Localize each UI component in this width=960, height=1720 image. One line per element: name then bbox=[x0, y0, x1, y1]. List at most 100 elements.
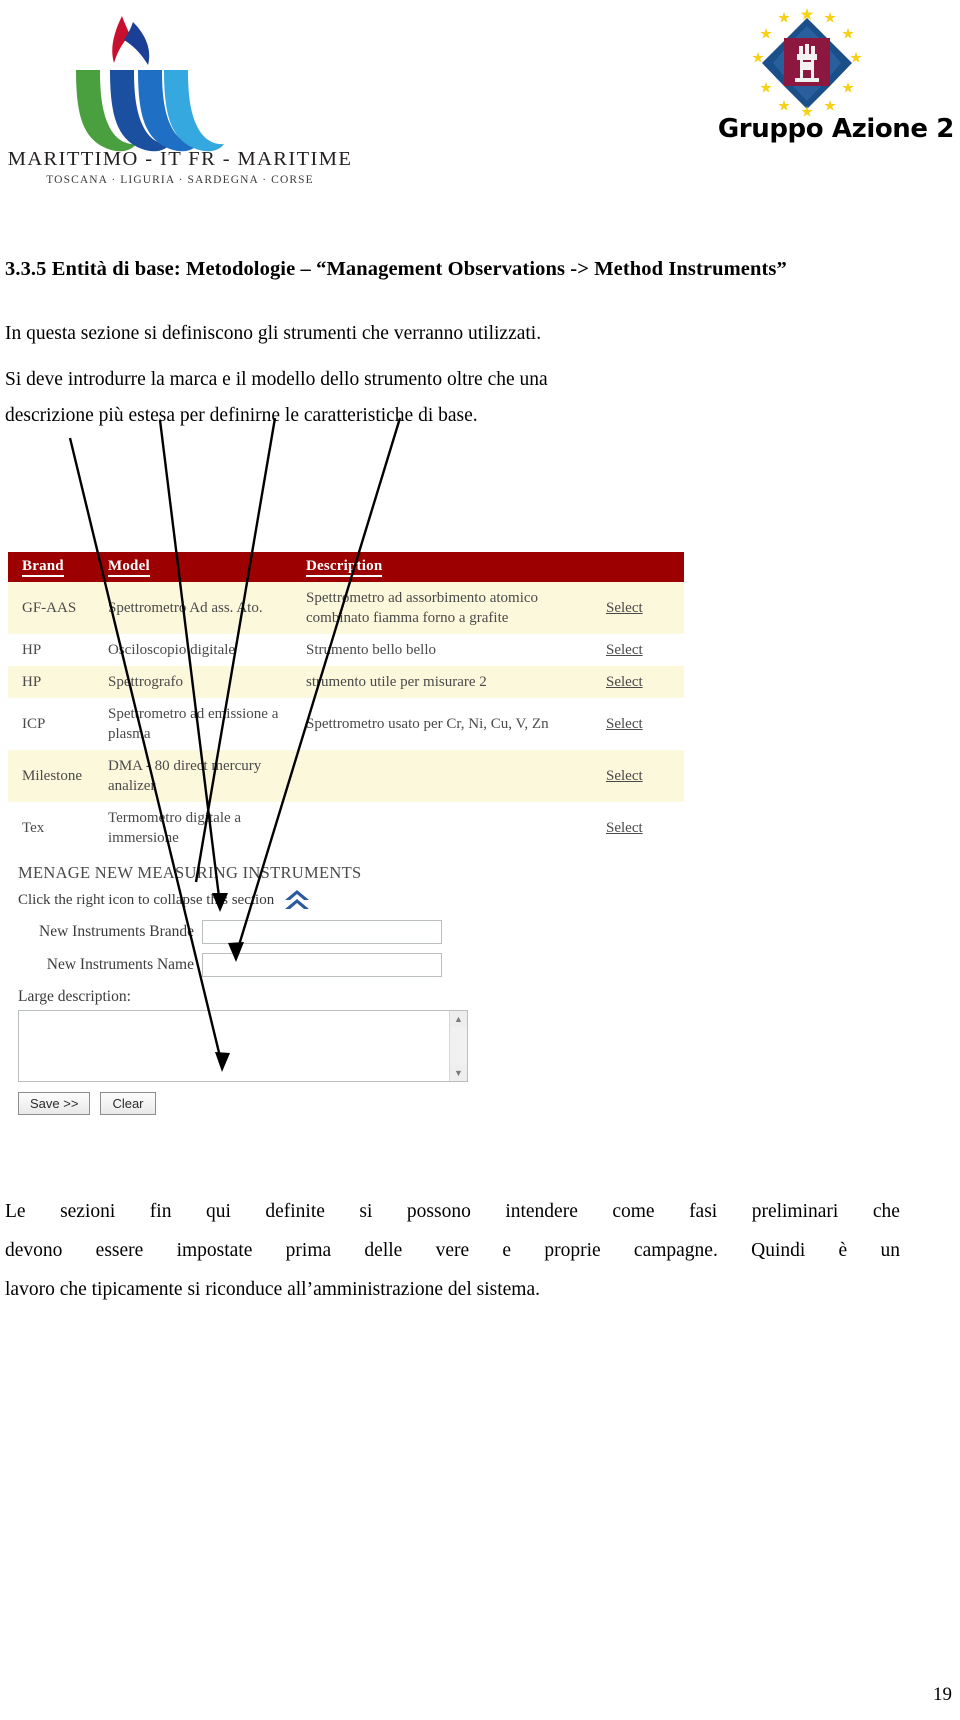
cell-model: Termometro digitale a immersione bbox=[94, 802, 292, 854]
cell-action: Select bbox=[592, 750, 684, 802]
cell-brand: HP bbox=[8, 634, 94, 666]
word: qui bbox=[205, 1201, 231, 1222]
select-link[interactable]: Select bbox=[606, 674, 643, 690]
word: strumento bbox=[364, 369, 443, 390]
large-description-label: Large description: bbox=[18, 988, 131, 1005]
clear-button[interactable]: Clear bbox=[100, 1092, 156, 1115]
column-header-model[interactable]: Model bbox=[94, 552, 292, 582]
cell-action: Select bbox=[592, 666, 684, 698]
word: proprie bbox=[544, 1240, 601, 1261]
word: un bbox=[880, 1240, 900, 1261]
cell-description bbox=[292, 750, 592, 802]
word: la bbox=[150, 369, 165, 390]
cell-brand: ICP bbox=[8, 698, 94, 750]
cell-action: Select bbox=[592, 634, 684, 666]
cell-action: Select bbox=[592, 802, 684, 854]
word: che bbox=[872, 1201, 900, 1222]
table-row: ICP Spettrometro ad emissione a plasma S… bbox=[8, 698, 684, 750]
large-description-field[interactable]: ▲ ▼ bbox=[18, 1010, 468, 1082]
table-row: GF-AAS Spettrometro Ad ass. Ato. Spettro… bbox=[8, 582, 684, 634]
word: oltre bbox=[446, 369, 483, 390]
word: preliminari bbox=[751, 1201, 839, 1222]
word: Si bbox=[5, 369, 22, 390]
collapse-hint-label: Click the right icon to collapse this se… bbox=[18, 891, 275, 908]
table-row: Tex Termometro digitale a immersione Sel… bbox=[8, 802, 684, 854]
cell-model: Spettrografo bbox=[94, 666, 292, 698]
column-header-description-label: Description bbox=[306, 558, 383, 577]
word: Quindi bbox=[751, 1240, 806, 1261]
table-row: Milestone DMA - 80 direct mercury analiz… bbox=[8, 750, 684, 802]
select-link[interactable]: Select bbox=[606, 600, 643, 616]
column-header-brand[interactable]: Brand bbox=[8, 552, 94, 582]
new-instrument-name-row: New Instruments Name bbox=[18, 953, 688, 977]
word: e bbox=[502, 1240, 512, 1261]
cell-model: Spettrometro ad emissione a plasma bbox=[94, 698, 292, 750]
word: Le bbox=[5, 1201, 26, 1222]
cell-model: DMA - 80 direct mercury analizer bbox=[94, 750, 292, 802]
word: deve bbox=[26, 369, 63, 390]
word: modello bbox=[251, 369, 316, 390]
new-instrument-brand-row: New Instruments Brande bbox=[18, 920, 688, 944]
gruppo-azione-logo: Gruppo Azione 2 bbox=[624, 6, 954, 166]
select-link[interactable]: Select bbox=[606, 642, 643, 658]
paragraph-closing-line-3: lavoro che tipicamente si riconduce all’… bbox=[5, 1279, 540, 1300]
word: come bbox=[612, 1201, 655, 1222]
new-instrument-name-input[interactable] bbox=[202, 953, 442, 977]
marittimo-logo-mark bbox=[76, 16, 224, 152]
paragraph-intro: In questa sezione si definiscono gli str… bbox=[5, 323, 542, 344]
paragraph-describe: Si deve introdurre la marca e il modello… bbox=[5, 362, 900, 434]
paragraph-describe-line-1: Si deve introdurre la marca e il modello… bbox=[5, 362, 900, 398]
cell-description: strumento utile per misurare 2 bbox=[292, 666, 592, 698]
cell-brand: HP bbox=[8, 666, 94, 698]
word: introdurre bbox=[67, 369, 146, 390]
cell-action: Select bbox=[592, 698, 684, 750]
cell-description: Spettrometro ad assorbimento atomico com… bbox=[292, 582, 592, 634]
table-header-row: Brand Model Description bbox=[8, 552, 684, 582]
cell-description: Spettrometro usato per Cr, Ni, Cu, V, Zn bbox=[292, 698, 592, 750]
page-header: MARITTIMO - IT FR - MARITIME TOSCANA · L… bbox=[0, 0, 960, 200]
cell-model: Osciloscopio digitale bbox=[94, 634, 292, 666]
collapse-section-row[interactable]: Click the right icon to collapse this se… bbox=[18, 889, 688, 911]
cell-description bbox=[292, 802, 592, 854]
select-link[interactable]: Select bbox=[606, 716, 643, 732]
gruppo-azione-title: Gruppo Azione 2 bbox=[717, 114, 955, 144]
app-screenshot: Brand Model Description GF-AAS Spettrome… bbox=[8, 552, 688, 1130]
column-header-action bbox=[592, 552, 684, 582]
marittimo-subwordmark: TOSCANA · LIGURIA · SARDEGNA · CORSE bbox=[46, 174, 314, 186]
word: essere bbox=[95, 1240, 144, 1261]
document-page: MARITTIMO - IT FR - MARITIME TOSCANA · L… bbox=[0, 0, 960, 1720]
gruppo-azione-emblem bbox=[742, 6, 872, 121]
column-header-description[interactable]: Description bbox=[292, 552, 592, 582]
word: dello bbox=[320, 369, 360, 390]
scroll-up-icon[interactable]: ▲ bbox=[450, 1011, 467, 1027]
table-row: HP Spettrografo strumento utile per misu… bbox=[8, 666, 684, 698]
double-chevron-up-icon[interactable] bbox=[284, 889, 310, 911]
save-button[interactable]: Save >> bbox=[18, 1092, 91, 1115]
paragraph-closing: Le sezioni fin qui definite si possono i… bbox=[5, 1192, 900, 1309]
select-link[interactable]: Select bbox=[606, 768, 643, 784]
cell-brand: GF-AAS bbox=[8, 582, 94, 634]
scroll-down-icon[interactable]: ▼ bbox=[450, 1065, 467, 1081]
word: fasi bbox=[689, 1201, 718, 1222]
word: campagne. bbox=[633, 1240, 718, 1261]
textarea-scrollbar[interactable]: ▲ ▼ bbox=[449, 1011, 467, 1081]
paragraph-closing-line-2: devono essere impostate prima delle vere… bbox=[5, 1231, 900, 1270]
word: che bbox=[487, 369, 515, 390]
cell-action: Select bbox=[592, 582, 684, 634]
word: e bbox=[222, 369, 231, 390]
column-header-brand-label: Brand bbox=[22, 558, 64, 577]
word: fin bbox=[149, 1201, 172, 1222]
manage-section-title: MENAGE NEW MEASURING INSTRUMENTS bbox=[18, 863, 362, 882]
word: devono bbox=[5, 1240, 63, 1261]
word: intendere bbox=[505, 1201, 578, 1222]
new-instrument-brand-input[interactable] bbox=[202, 920, 442, 944]
select-link[interactable]: Select bbox=[606, 820, 643, 836]
word: definite bbox=[265, 1201, 325, 1222]
word: prima bbox=[285, 1240, 332, 1261]
word: possono bbox=[406, 1201, 471, 1222]
new-instrument-brand-label: New Instruments Brande bbox=[39, 923, 194, 940]
column-header-model-label: Model bbox=[108, 558, 150, 577]
word: è bbox=[838, 1240, 848, 1261]
marittimo-wordmark: MARITTIMO - IT FR - MARITIME bbox=[7, 148, 353, 170]
marittimo-logo: MARITTIMO - IT FR - MARITIME TOSCANA · L… bbox=[0, 8, 360, 193]
